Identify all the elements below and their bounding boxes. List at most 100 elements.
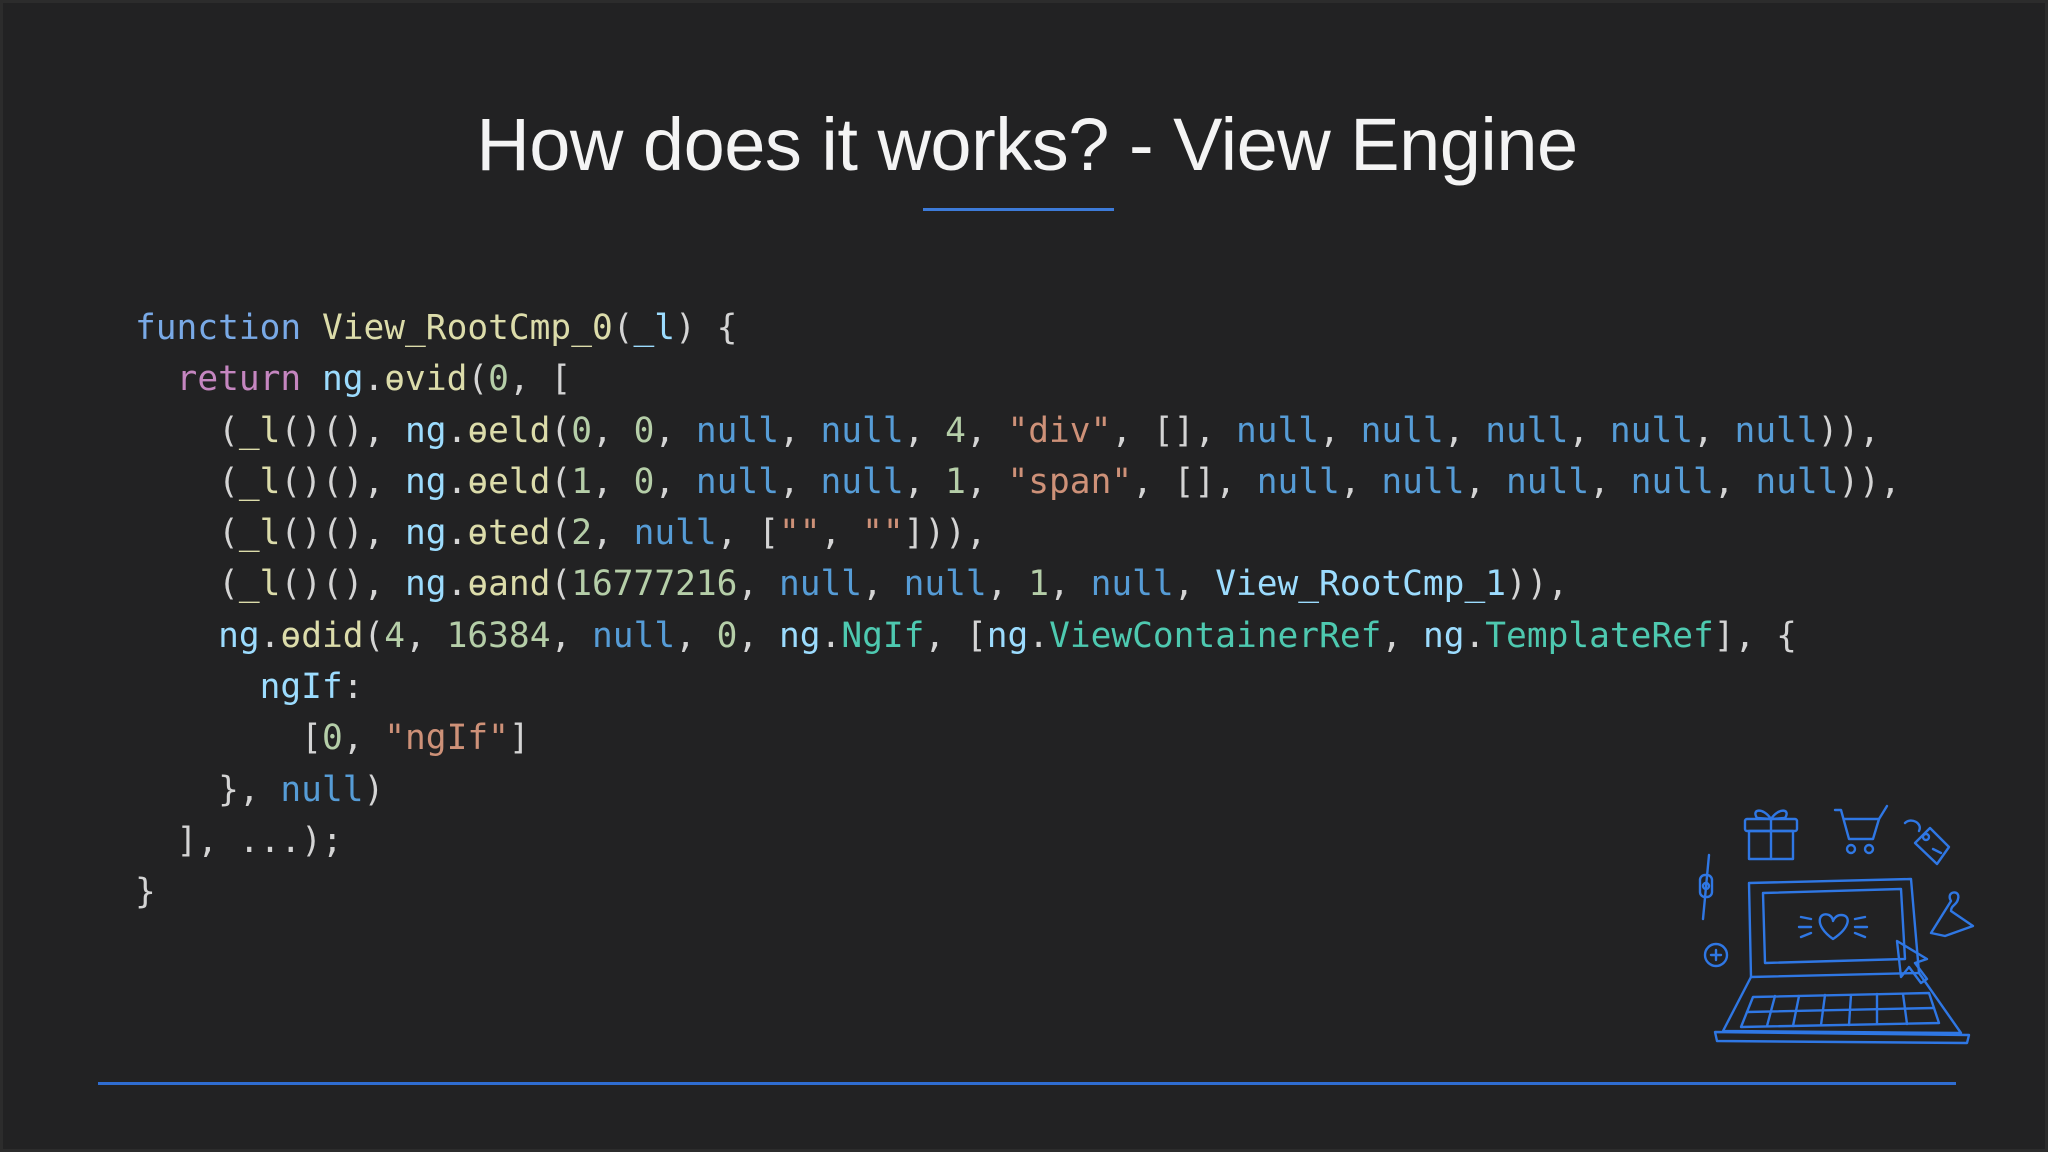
code-token: "" — [778, 513, 821, 554]
code-token: )), — [1817, 410, 1880, 451]
code-token: null — [1235, 410, 1320, 451]
code-token: ()(), — [280, 513, 406, 554]
code-token: NgIf — [841, 615, 925, 656]
code-token: , — [675, 615, 717, 656]
code-token: , [], — [1111, 410, 1236, 451]
code-token: . — [363, 359, 385, 400]
code-token: null — [1090, 564, 1174, 605]
code-token: null — [695, 461, 779, 502]
code-line: function View_RootCmp_0(_l) { — [135, 303, 1901, 354]
code-token: ng — [405, 513, 447, 554]
code-token: , — [778, 461, 821, 502]
code-token: ngIf — [259, 667, 343, 708]
code-token: } — [135, 872, 156, 913]
code-line: (_l()(), ng.ɵted(2, null, ["", ""])), — [135, 508, 1901, 559]
code-block: function View_RootCmp_0(_l) { return ng.… — [135, 303, 1901, 919]
code-token: ViewContainerRef — [1049, 615, 1382, 656]
code-token: , [ — [924, 615, 987, 656]
code-token: ng — [1422, 615, 1465, 656]
code-line: } — [135, 867, 1901, 918]
code-token: function — [135, 308, 302, 348]
code-token: 4 — [384, 615, 406, 656]
code-token: . — [259, 615, 281, 656]
code-token: null — [1506, 461, 1590, 502]
code-token: ( — [550, 513, 572, 554]
gift-icon — [1743, 809, 1799, 861]
code-token: , — [1173, 564, 1216, 605]
code-token: . — [446, 461, 468, 502]
laptop-shopping-icon — [1698, 804, 1975, 1045]
code-token: ], { — [1713, 615, 1797, 656]
code-token: [ — [135, 718, 322, 759]
code-token: null — [633, 513, 717, 554]
code-line: ngIf: — [135, 662, 1901, 713]
code-token: , — [820, 513, 863, 554]
code-line: return ng.ɵvid(0, [ — [135, 354, 1901, 405]
code-line: ], ...); — [135, 816, 1901, 867]
code-token: , — [737, 615, 779, 656]
code-token: _l — [633, 308, 676, 348]
code-token: null — [1360, 410, 1444, 451]
code-token: 1 — [1028, 564, 1050, 605]
code-token: . — [446, 410, 468, 451]
code-token: ng — [321, 359, 364, 400]
code-token: _l — [238, 513, 281, 554]
code-token: ( — [363, 615, 385, 656]
code-token: , — [737, 564, 779, 605]
code-token: ɵvid — [384, 359, 468, 400]
code-token: ( — [135, 461, 239, 502]
code-token: _l — [238, 461, 281, 502]
code-token: null — [778, 564, 863, 605]
code-token: ng — [405, 461, 447, 502]
code-token: View_RootCmp_1 — [1215, 564, 1506, 605]
code-token: ])), — [903, 513, 987, 554]
code-token: , — [342, 718, 385, 759]
code-token: , [ — [716, 513, 779, 554]
code-token: 2 — [571, 513, 593, 554]
heart-icon — [1797, 913, 1869, 941]
code-line: (_l()(), ng.ɵand(16777216, null, null, 1… — [135, 559, 1901, 610]
code-token: 4 — [945, 410, 966, 451]
code-token: , — [1568, 410, 1610, 451]
code-token: ( — [550, 564, 572, 605]
code-token: ng — [218, 615, 260, 656]
code-token: , — [1049, 564, 1091, 605]
laptop-icon — [1713, 877, 1971, 1045]
code-token: ()(), — [280, 461, 406, 502]
code-token: ng — [405, 564, 447, 605]
code-token: "span" — [1007, 461, 1133, 502]
code-token: , — [1589, 461, 1631, 502]
code-token: , — [778, 410, 821, 451]
code-token: "div" — [1007, 410, 1112, 451]
code-token: ( — [612, 308, 634, 348]
code-token: , — [965, 461, 1008, 502]
code-token: "" — [862, 513, 904, 554]
code-token: ɵeld — [467, 461, 551, 502]
code-token: null — [695, 410, 779, 451]
code-token: , — [1319, 410, 1361, 451]
code-token: null — [820, 410, 904, 451]
code-token: , — [1713, 461, 1756, 502]
code-token: : — [342, 667, 364, 708]
code-token: null — [1256, 461, 1340, 502]
code-token: )), — [1506, 564, 1569, 605]
code-token: 0 — [716, 615, 738, 656]
code-token: , — [903, 461, 946, 502]
code-token: _l — [238, 564, 281, 605]
cart-icon — [1833, 804, 1889, 855]
code-token: ɵand — [467, 564, 551, 605]
code-token: null — [1755, 461, 1839, 502]
code-token: null — [1630, 461, 1714, 502]
code-token: , — [903, 410, 946, 451]
code-token: ng — [405, 410, 447, 451]
code-token: TemplateRef — [1485, 615, 1714, 656]
code-token: , — [592, 410, 634, 451]
code-token: null — [1381, 461, 1465, 502]
code-token: , — [654, 461, 696, 502]
code-token: , — [1693, 410, 1735, 451]
code-token: ) { — [675, 308, 738, 348]
footer-divider — [98, 1082, 1956, 1085]
code-token: )), — [1838, 461, 1901, 502]
code-token: . — [820, 615, 842, 656]
